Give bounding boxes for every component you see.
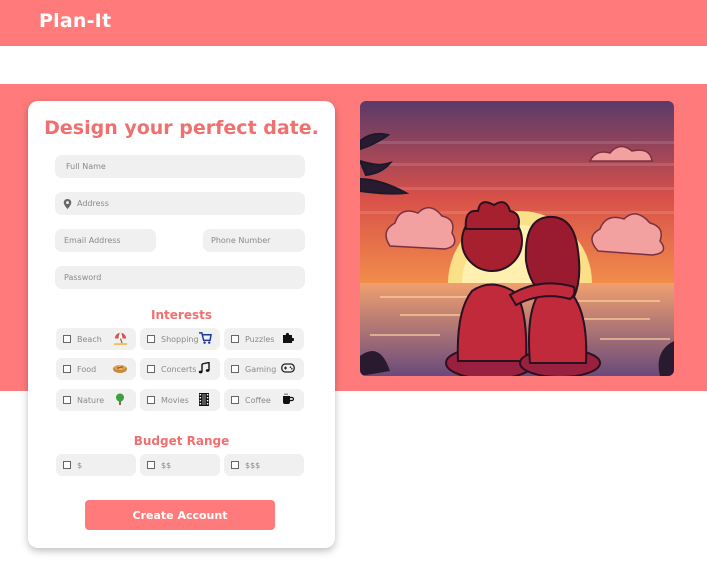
phone-field[interactable]: Phone Number (203, 229, 305, 252)
interest-concerts[interactable]: Concerts (140, 358, 220, 380)
checkbox[interactable] (63, 335, 71, 343)
puzzle-piece-icon (281, 332, 295, 346)
brand-logo-text[interactable]: Plan-It (39, 10, 111, 32)
interest-beach[interactable]: Beach (56, 328, 136, 350)
interest-label: Shopping (161, 334, 199, 344)
film-strip-icon (197, 392, 211, 408)
gamepad-icon (281, 363, 295, 375)
interest-gaming[interactable]: Gaming (224, 358, 304, 380)
interest-label: Movies (161, 395, 189, 405)
phone-placeholder: Phone Number (211, 236, 271, 245)
address-field[interactable]: Address (55, 192, 305, 215)
interest-food[interactable]: Food (56, 358, 136, 380)
music-note-icon (197, 361, 211, 376)
email-placeholder: Email Address (64, 236, 121, 245)
pie-icon (113, 363, 127, 375)
interest-label: Beach (77, 334, 102, 344)
checkbox[interactable] (63, 365, 71, 373)
checkbox[interactable] (63, 461, 71, 469)
interest-coffee[interactable]: Coffee (224, 389, 304, 411)
interest-nature[interactable]: Nature (56, 389, 136, 411)
interest-label: Food (77, 364, 97, 374)
full-name-field[interactable]: Full Name (55, 155, 305, 178)
coffee-cup-icon (281, 393, 295, 407)
beach-umbrella-icon (113, 332, 127, 347)
budget-label: $$ (161, 460, 172, 470)
budget-medium[interactable]: $$ (140, 454, 220, 476)
budget-label: $ (77, 460, 83, 470)
create-account-button[interactable]: Create Account (85, 500, 275, 530)
interest-label: Coffee (245, 395, 271, 405)
address-placeholder: Address (77, 199, 109, 208)
form-title: Design your perfect date. (44, 117, 319, 139)
checkbox[interactable] (63, 396, 71, 404)
checkbox[interactable] (147, 365, 155, 373)
interests-heading: Interests (151, 308, 212, 322)
interest-puzzles[interactable]: Puzzles (224, 328, 304, 350)
checkbox[interactable] (231, 335, 239, 343)
interest-label: Puzzles (245, 334, 275, 344)
checkbox[interactable] (147, 396, 155, 404)
budget-heading: Budget Range (133, 434, 230, 448)
interest-movies[interactable]: Movies (140, 389, 220, 411)
email-field[interactable]: Email Address (55, 229, 156, 252)
sunset-couple-illustration (360, 101, 674, 376)
interest-shopping[interactable]: Shopping (140, 328, 220, 350)
shopping-cart-icon (198, 332, 212, 346)
password-field[interactable]: Password (55, 266, 305, 289)
checkbox[interactable] (231, 461, 239, 469)
budget-label: $$$ (245, 460, 261, 470)
budget-low[interactable]: $ (56, 454, 136, 476)
full-name-placeholder: Full Name (66, 162, 106, 171)
interest-label: Gaming (245, 364, 277, 374)
tree-icon (113, 393, 127, 407)
interest-label: Nature (77, 395, 105, 405)
checkbox[interactable] (147, 335, 155, 343)
budget-high[interactable]: $$$ (224, 454, 304, 476)
top-nav-bar: Plan-It (0, 0, 707, 46)
signup-form-card: Design your perfect date. Full Name Addr… (28, 101, 335, 548)
password-placeholder: Password (64, 273, 102, 282)
interest-label: Concerts (161, 364, 197, 374)
checkbox[interactable] (231, 396, 239, 404)
checkbox[interactable] (147, 461, 155, 469)
location-pin-icon (63, 198, 72, 209)
checkbox[interactable] (231, 365, 239, 373)
